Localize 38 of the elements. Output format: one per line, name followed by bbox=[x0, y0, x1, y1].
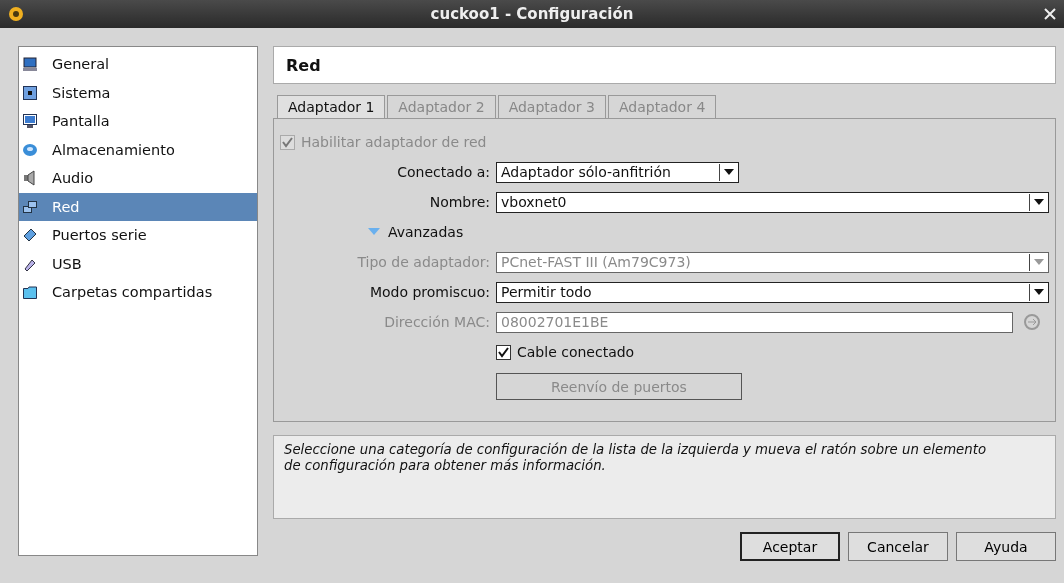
sidebar-item[interactable]: Carpetas compartidas bbox=[19, 278, 257, 307]
dropdown-field[interactable]: Permitir todo bbox=[496, 281, 1049, 303]
category-icon bbox=[22, 113, 38, 130]
checkbox[interactable] bbox=[496, 344, 511, 360]
dialog-button[interactable]: Cancelar bbox=[848, 532, 948, 561]
sidebar-item[interactable]: Pantalla bbox=[19, 107, 257, 136]
checkbox-label: Cable conectado bbox=[517, 344, 635, 360]
dialog-button[interactable]: Ayuda bbox=[956, 532, 1056, 561]
field-label: Dirección MAC: bbox=[383, 314, 491, 330]
sidebar-item[interactable]: General bbox=[19, 50, 257, 79]
sidebar-item[interactable]: Sistema bbox=[19, 78, 257, 107]
category-icon bbox=[22, 227, 38, 244]
tab[interactable]: Adaptador 1 bbox=[277, 95, 386, 118]
category-icon bbox=[22, 284, 38, 301]
dropdown-field[interactable]: Adaptador sólo-anfitrión bbox=[496, 161, 739, 183]
category-icon bbox=[22, 141, 38, 158]
close-icon[interactable] bbox=[1044, 8, 1056, 20]
field-label: Modo promiscuo: bbox=[368, 284, 491, 300]
sidebar-item[interactable]: Puertos serie bbox=[19, 221, 257, 250]
expander-icon bbox=[368, 228, 380, 236]
field-label: Tipo de adaptador: bbox=[356, 254, 491, 270]
window-title: cuckoo1 - Configuración bbox=[430, 5, 634, 23]
sidebar-item[interactable]: Red bbox=[19, 192, 257, 221]
category-icon bbox=[22, 84, 38, 101]
sidebar-item[interactable]: Audio bbox=[19, 164, 257, 193]
field-label: Conectado a: bbox=[396, 164, 491, 180]
info-text: Seleccione una categoría de configuración de la lista de la izquierda y mueva el ratón sobre un elemento de configuración para obtener más información. bbox=[273, 435, 1056, 519]
section-title: Red bbox=[273, 46, 1056, 84]
category-icon bbox=[22, 56, 38, 73]
dropdown-field[interactable]: vboxnet0 bbox=[496, 191, 1049, 213]
advanced-toggle[interactable]: Avanzadas bbox=[368, 224, 464, 240]
category-icon bbox=[22, 198, 38, 215]
sidebar-item[interactable]: USB bbox=[19, 249, 257, 278]
sidebar-item[interactable]: Almacenamiento bbox=[19, 135, 257, 164]
field-label: Nombre: bbox=[428, 194, 491, 210]
checkbox-label: Habilitar adaptador de red bbox=[301, 134, 487, 150]
category-icon bbox=[22, 170, 38, 187]
dialog-button[interactable]: Aceptar bbox=[740, 532, 840, 561]
